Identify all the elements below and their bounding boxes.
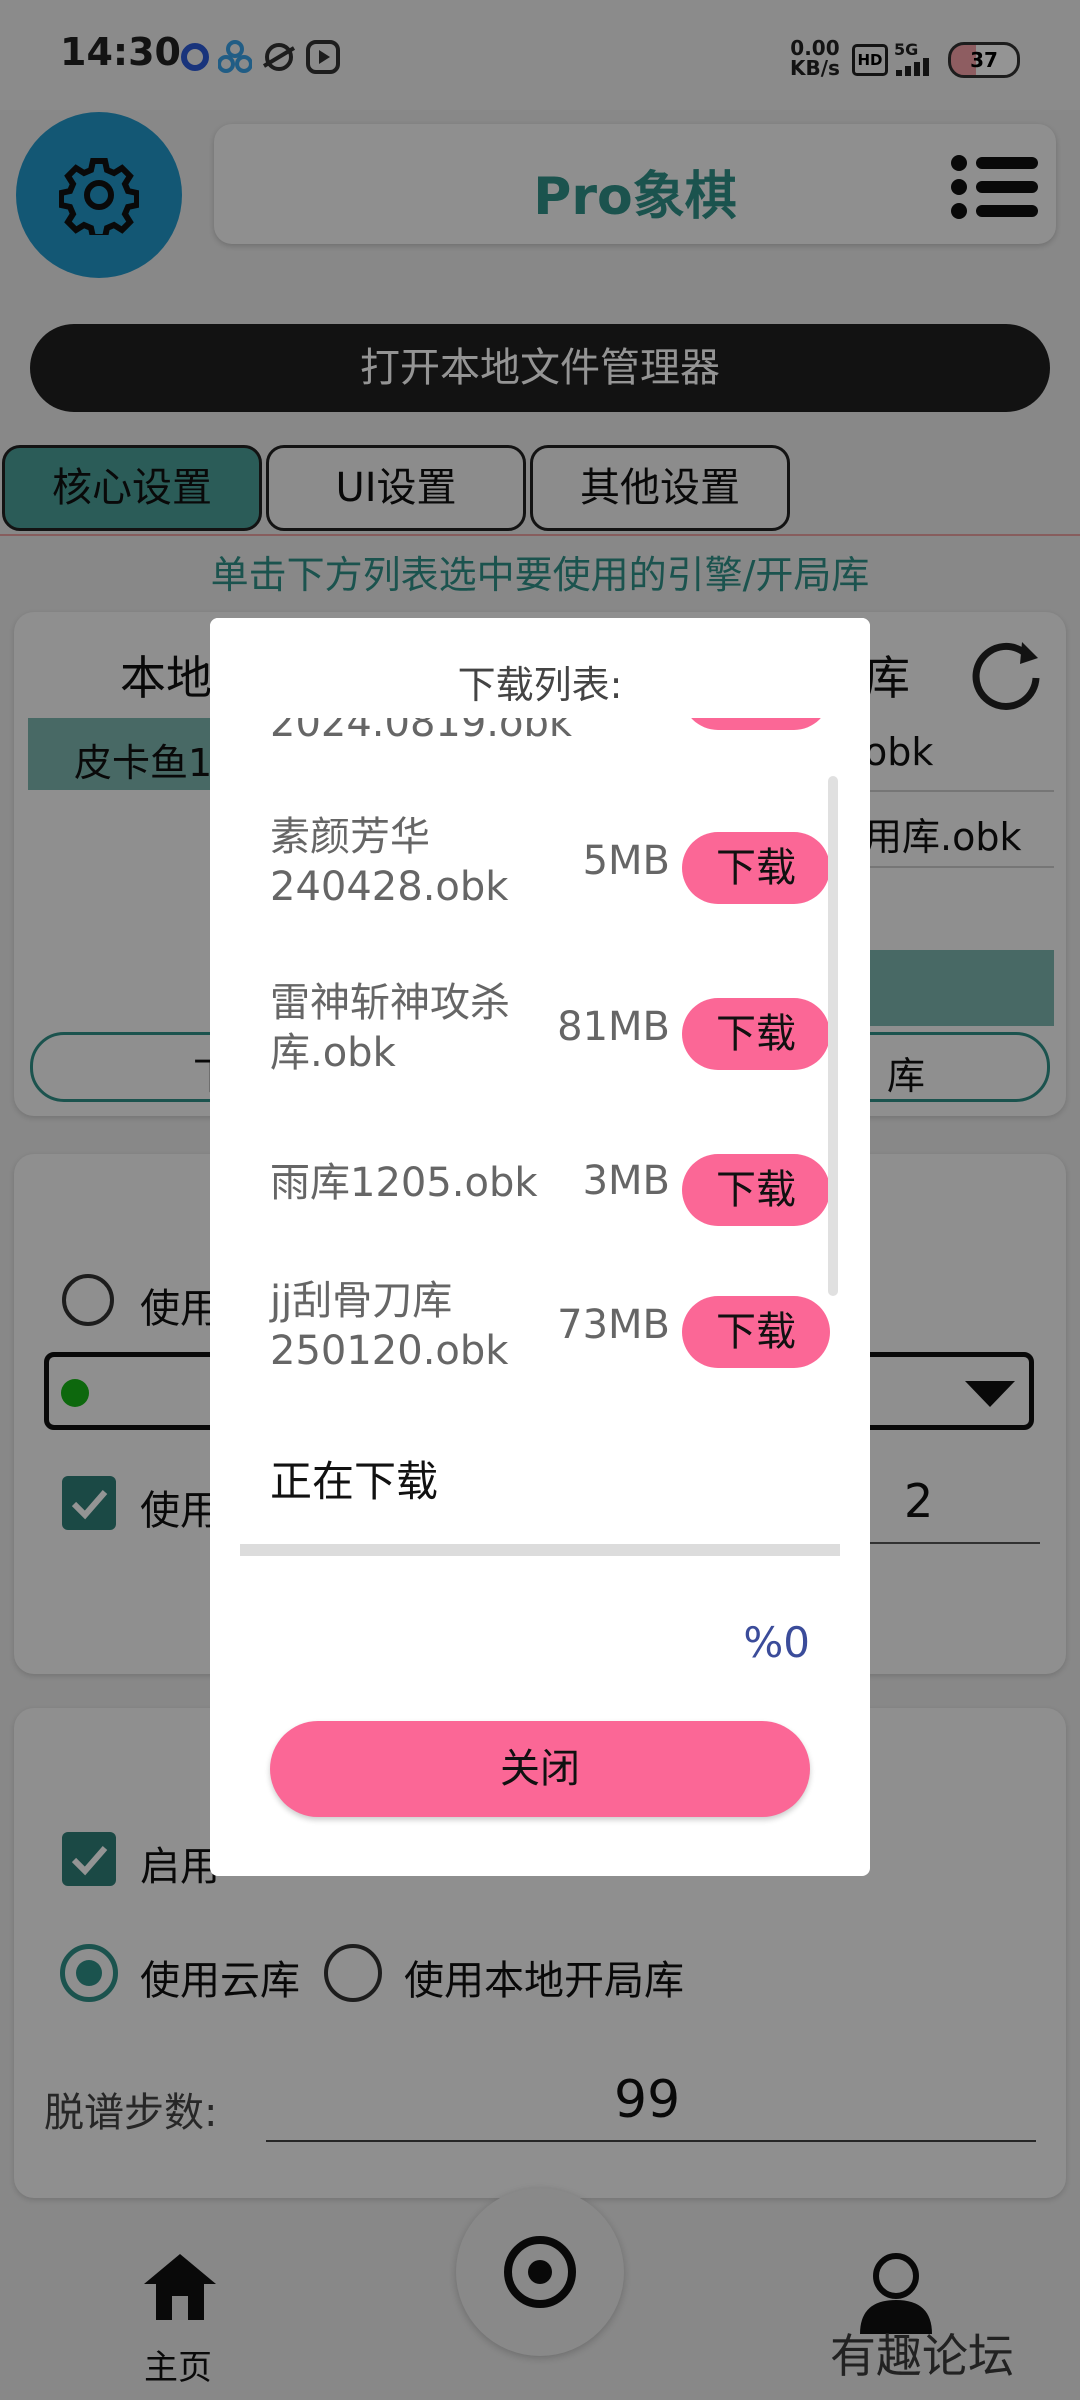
download-item-size: 81MB bbox=[557, 1004, 670, 1050]
download-percent: %0 bbox=[743, 1618, 810, 1667]
download-item-size: 73MB bbox=[557, 1302, 670, 1348]
download-button[interactable]: 下载 bbox=[682, 832, 830, 904]
list-scrollbar[interactable] bbox=[828, 776, 838, 1296]
download-item-name: 素颜芳华 240428.obk bbox=[270, 814, 509, 910]
download-button[interactable]: 下载 bbox=[682, 1154, 830, 1226]
download-list-dialog: 下载列表: 2024.0819.obk 下载 下载列表: 素颜芳华 240428… bbox=[210, 618, 870, 1876]
download-item-name: 雷神斩神攻杀库.obk bbox=[270, 980, 510, 1076]
dialog-title-overlay: 下载列表: bbox=[457, 663, 623, 707]
download-item: 雷神斩神攻杀库.obk 81MB 下载 bbox=[270, 978, 830, 1088]
download-item: jj刮骨刀库 250120.obk 73MB 下载 bbox=[270, 1276, 830, 1386]
download-item-size: 3MB bbox=[582, 1158, 670, 1204]
download-item: 素颜芳华 240428.obk 5MB 下载 bbox=[270, 812, 830, 922]
download-item-name: jj刮骨刀库 250120.obk bbox=[270, 1278, 509, 1374]
watermark: 有趣论坛 bbox=[830, 2329, 1014, 2383]
download-status-label: 正在下载 bbox=[270, 1457, 439, 1506]
download-button[interactable]: 下载 bbox=[682, 998, 830, 1070]
download-button[interactable]: 下载 bbox=[682, 1296, 830, 1368]
close-button[interactable]: 关闭 bbox=[270, 1721, 810, 1817]
download-item: 雨库1205.obk 3MB 下载 bbox=[270, 1148, 830, 1228]
download-item-size: 5MB bbox=[582, 838, 670, 884]
download-progress-bar bbox=[240, 1544, 840, 1556]
download-item-name: 雨库1205.obk bbox=[270, 1160, 538, 1206]
